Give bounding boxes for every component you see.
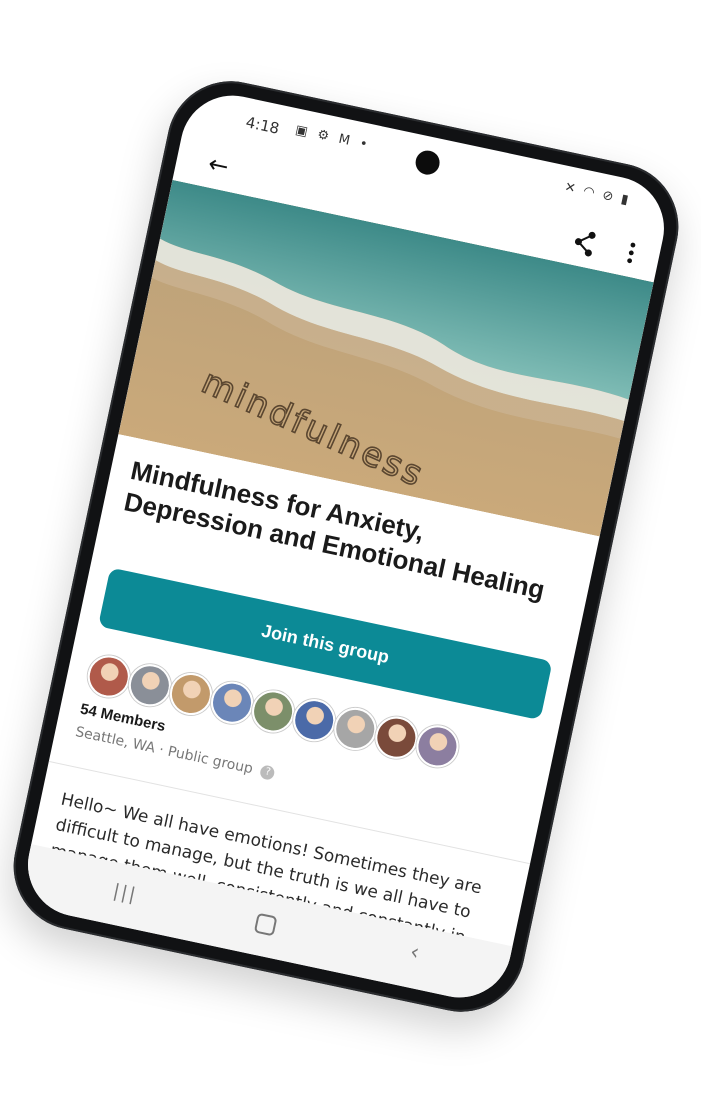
image-icon: ▣ (293, 122, 313, 141)
dnd-icon: ⊘ (600, 187, 617, 206)
help-icon[interactable]: ? (259, 764, 277, 781)
gear-icon: ⚙ (315, 127, 334, 145)
meta-separator: · (157, 741, 166, 759)
avatar[interactable] (83, 651, 134, 702)
phone-frame: 4:18 ▣ ⚙ M • ✕ ◠ ⊘ ▮ ← mindfulness Mindf… (1, 69, 691, 1024)
avatar[interactable] (248, 686, 299, 737)
home-icon[interactable] (253, 912, 278, 937)
status-icons-right: ✕ ◠ ⊘ ▮ (563, 180, 631, 209)
status-icons-left: ▣ ⚙ M • (294, 123, 372, 154)
mute-icon: ✕ (563, 179, 579, 198)
avatar[interactable] (330, 704, 381, 754)
status-time: 4:18 (244, 113, 281, 138)
avatar[interactable] (124, 660, 175, 711)
front-camera (413, 148, 442, 177)
gmail-icon: M (337, 131, 355, 150)
avatar[interactable] (289, 695, 340, 746)
avatar[interactable] (166, 669, 216, 719)
avatar[interactable] (371, 712, 422, 763)
nav-back-icon[interactable]: ‹ (408, 940, 422, 966)
back-arrow-icon[interactable]: ← (195, 141, 242, 188)
member-avatars[interactable] (83, 651, 463, 772)
wifi-icon: ◠ (581, 183, 599, 202)
battery-icon: ▮ (619, 191, 632, 209)
share-icon[interactable] (561, 219, 608, 266)
dot-icon: • (358, 136, 372, 154)
screen: 4:18 ▣ ⚙ M • ✕ ◠ ⊘ ▮ ← mindfulness Mindf… (18, 85, 674, 1008)
recents-icon[interactable]: ||| (111, 880, 139, 906)
group-visibility: Public group (166, 743, 255, 778)
more-vertical-icon[interactable] (613, 230, 649, 275)
avatar[interactable] (412, 721, 463, 772)
avatar[interactable] (207, 677, 257, 728)
